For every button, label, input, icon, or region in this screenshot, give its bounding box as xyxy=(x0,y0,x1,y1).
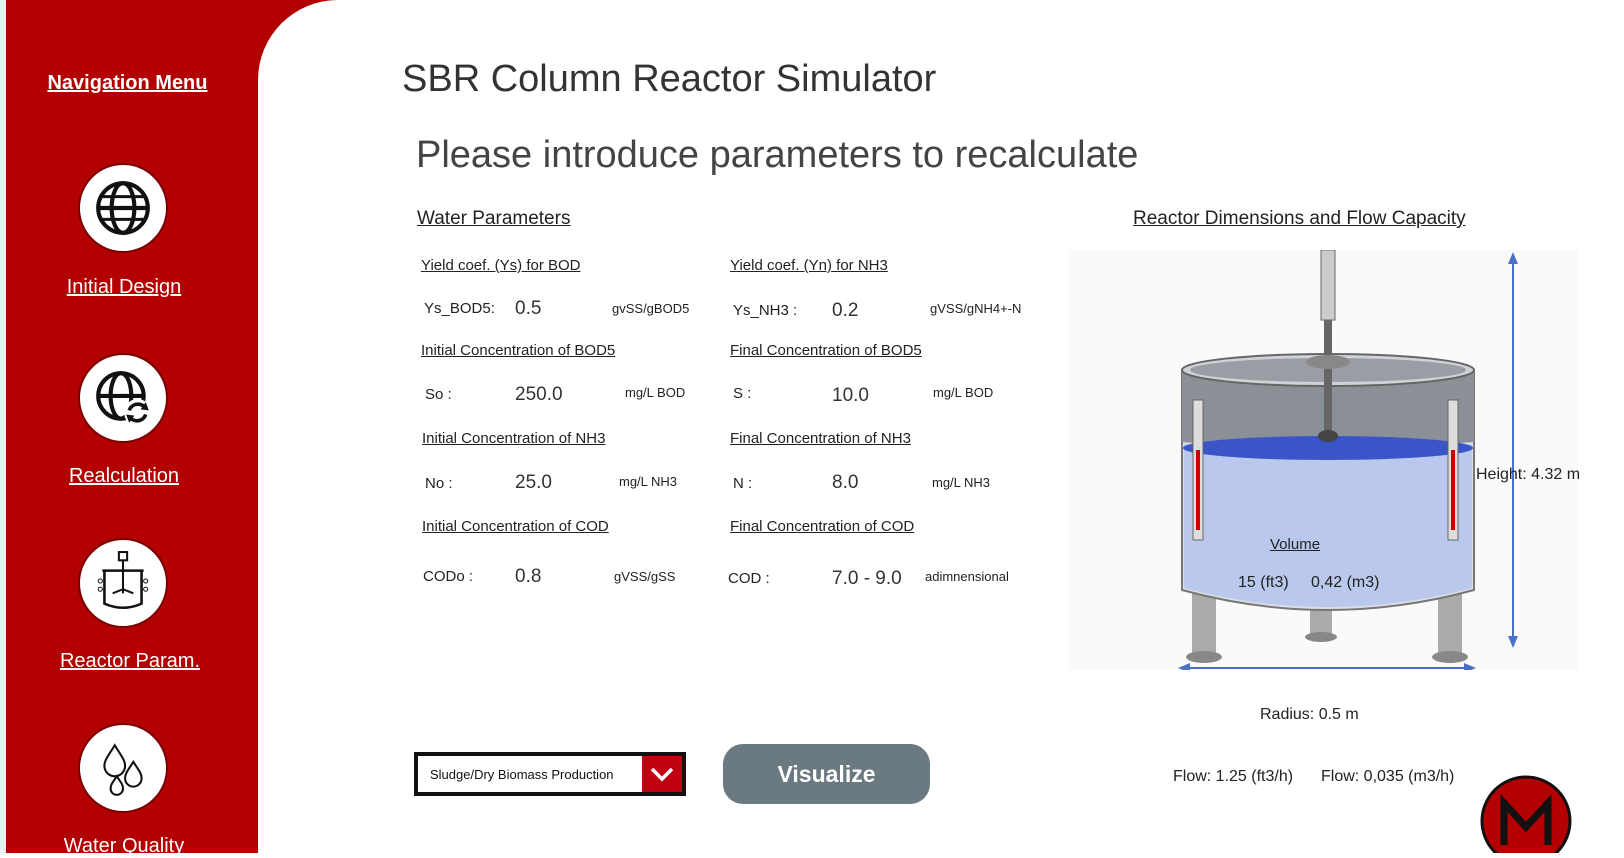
nav-reactor-param-button[interactable] xyxy=(78,538,168,628)
n-value[interactable]: 8.0 xyxy=(832,472,858,494)
cod-initial-heading: Initial Concentration of COD xyxy=(422,518,609,535)
no-label: No : xyxy=(425,475,453,492)
chevron-down-icon xyxy=(650,767,674,782)
bod-final-heading: Final Concentration of BOD5 xyxy=(730,342,922,359)
s-unit: mg/L BOD xyxy=(933,385,994,400)
s-label: S : xyxy=(733,385,752,402)
n-label: N : xyxy=(733,475,753,492)
reactor-heading: Reactor Dimensions and Flow Capacity xyxy=(1133,208,1466,229)
water-params-heading: Water Parameters xyxy=(417,208,571,229)
height-label: Height: 4.32 m xyxy=(1476,466,1581,483)
nav-initial-design-button[interactable] xyxy=(78,163,168,253)
so-label: So : xyxy=(425,386,452,403)
no-value[interactable]: 25.0 xyxy=(515,472,552,494)
page-title: SBR Column Reactor Simulator xyxy=(402,58,937,100)
page-subtitle: Please introduce parameters to recalcula… xyxy=(416,134,1139,176)
ys-label: Ys_BOD5: xyxy=(424,300,495,317)
reactor-icon xyxy=(97,551,149,610)
cod-label: COD : xyxy=(728,570,770,587)
volume-label: Volume xyxy=(1270,536,1321,553)
cod-value[interactable]: 7.0 - 9.0 xyxy=(832,568,902,590)
flow-ft3-label: Flow: 1.25 (ft3/h) xyxy=(1173,768,1294,785)
codo-value[interactable]: 0.8 xyxy=(515,566,541,588)
volume-ft3: 15 (ft3) xyxy=(1238,574,1289,591)
codo-unit: gVSS/gSS xyxy=(614,569,676,584)
ys-unit: gvSS/gBOD5 xyxy=(612,301,690,316)
yn-heading: Yield coef. (Yn) for NH3 xyxy=(730,257,888,274)
nav-title: Navigation Menu xyxy=(47,72,208,94)
nav-water-quality-button[interactable] xyxy=(78,723,168,813)
codo-label: CODo : xyxy=(423,568,474,585)
visualize-button[interactable]: Visualize xyxy=(723,744,930,804)
s-value[interactable]: 10.0 xyxy=(832,385,869,407)
bod-initial-heading: Initial Concentration of BOD5 xyxy=(421,342,616,359)
ys-heading: Yield coef. (Ys) for BOD xyxy=(421,257,581,274)
ys-value[interactable]: 0.5 xyxy=(515,298,541,320)
window-edge xyxy=(0,0,6,853)
nav-recalculation-label[interactable]: Realculation xyxy=(0,465,248,488)
nh3-initial-heading: Initial Concentration of NH3 xyxy=(422,430,606,447)
so-value[interactable]: 250.0 xyxy=(515,384,563,406)
dropdown-toggle[interactable] xyxy=(642,756,682,792)
nh3-final-heading: Final Concentration of NH3 xyxy=(730,430,911,447)
cod-unit: adimnensional xyxy=(925,569,1009,584)
globe-icon xyxy=(96,181,150,235)
n-unit: mg/L NH3 xyxy=(932,475,991,490)
flow-m3-label: Flow: 0,035 (m3/h) xyxy=(1321,768,1455,785)
nav-reactor-param-label[interactable]: Reactor Param. xyxy=(6,650,254,673)
dropdown-value: Sludge/Dry Biomass Production xyxy=(430,766,614,782)
logo-icon xyxy=(1480,775,1572,853)
water-drops-icon xyxy=(103,743,143,796)
yn-unit: gVSS/gNH4+-N xyxy=(930,301,1022,316)
nav-initial-design-label[interactable]: Initial Design xyxy=(0,276,248,299)
globe-refresh-icon xyxy=(96,371,151,426)
nav-recalculation-button[interactable] xyxy=(78,353,168,443)
radius-label: Radius: 0.5 m xyxy=(1260,706,1359,723)
yn-label: Ys_NH3 : xyxy=(733,302,798,319)
nav-water-quality-label[interactable]: Water Quality xyxy=(0,835,248,858)
cod-final-heading: Final Concentration of COD xyxy=(730,518,915,535)
no-unit: mg/L NH3 xyxy=(619,474,678,489)
so-unit: mg/L BOD xyxy=(625,385,686,400)
reactor-illustration xyxy=(1068,250,1578,670)
parameter-dropdown[interactable]: Sludge/Dry Biomass Production xyxy=(414,752,686,796)
volume-m3: 0,42 (m3) xyxy=(1311,574,1380,591)
yn-value[interactable]: 0.2 xyxy=(832,300,858,322)
